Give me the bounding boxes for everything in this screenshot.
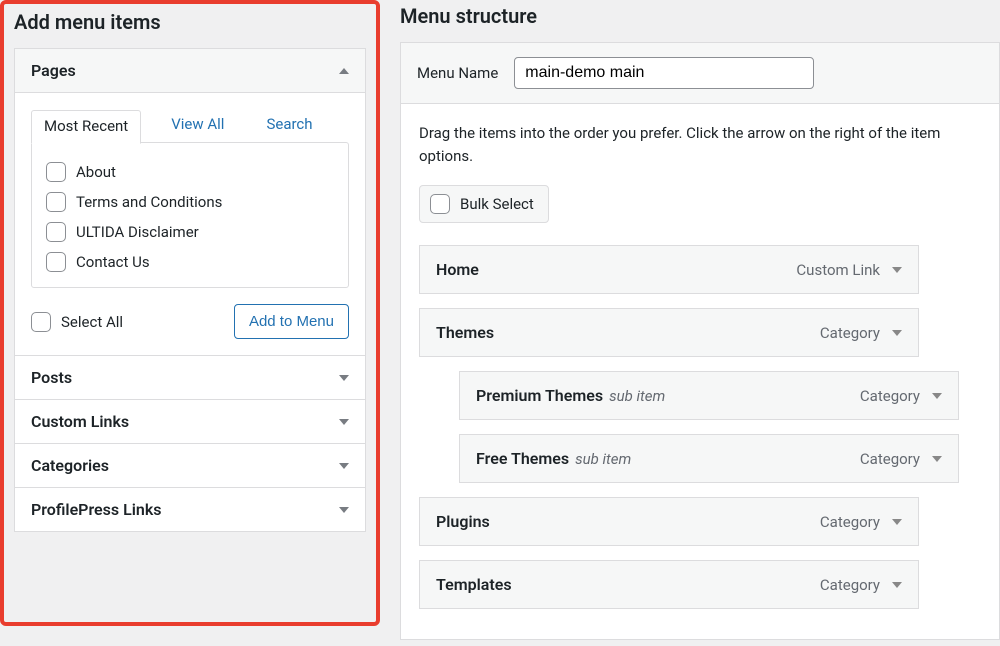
add-to-menu-button[interactable]: Add to Menu (234, 304, 349, 339)
caret-down-icon (339, 507, 349, 513)
caret-down-icon (339, 463, 349, 469)
accordion-categories-title: Categories (31, 456, 109, 475)
accordion-pages-header[interactable]: Pages (15, 49, 365, 92)
pages-list: About Terms and Conditions ULTIDA Discla… (31, 142, 349, 288)
menu-item-title: Templates (436, 575, 512, 594)
checkbox[interactable] (46, 192, 66, 212)
menu-sources-accordion: Pages Most Recent View All Search About (14, 48, 366, 532)
accordion-categories-header[interactable]: Categories (15, 443, 365, 487)
menu-item-type: Custom Link (796, 261, 880, 279)
menu-item-type: Category (820, 576, 880, 594)
page-label: About (76, 163, 116, 181)
tab-most-recent[interactable]: Most Recent (31, 110, 141, 144)
menu-item-title: Themes (436, 323, 494, 342)
menu-name-input[interactable] (514, 57, 814, 89)
menu-name-label: Menu Name (417, 64, 498, 82)
accordion-pages-body: Most Recent View All Search About Terms … (15, 92, 365, 355)
caret-down-icon[interactable] (932, 456, 942, 462)
checkbox[interactable] (46, 222, 66, 242)
pages-bottom-row: Select All Add to Menu (31, 304, 349, 339)
menu-item-title: Free Themes (476, 449, 569, 468)
checkbox[interactable] (430, 194, 450, 214)
accordion-custom-links-header[interactable]: Custom Links (15, 399, 365, 443)
menu-item-title: Plugins (436, 512, 490, 531)
bulk-select-label: Bulk Select (460, 195, 534, 213)
select-all-label: Select All (61, 313, 123, 331)
select-all-row[interactable]: Select All (31, 307, 123, 337)
menu-item-title: Premium Themes (476, 386, 603, 405)
checkbox[interactable] (46, 162, 66, 182)
menu-item-type: Category (860, 450, 920, 468)
menu-item-type: Category (860, 387, 920, 405)
list-item[interactable]: ULTIDA Disclaimer (46, 217, 334, 247)
list-item[interactable]: About (46, 157, 334, 187)
caret-down-icon[interactable] (892, 267, 902, 273)
menu-item-title: Home (436, 260, 479, 279)
bulk-select-toggle[interactable]: Bulk Select (419, 185, 549, 223)
tab-view-all[interactable]: View All (159, 109, 236, 143)
accordion-posts-title: Posts (31, 368, 72, 387)
caret-down-icon (339, 375, 349, 381)
list-item[interactable]: Contact Us (46, 247, 334, 277)
tab-search[interactable]: Search (254, 109, 324, 143)
accordion-custom-links-title: Custom Links (31, 412, 129, 431)
accordion-pages-title: Pages (31, 61, 76, 80)
page-label: Terms and Conditions (76, 193, 222, 211)
caret-down-icon[interactable] (932, 393, 942, 399)
caret-down-icon[interactable] (892, 330, 902, 336)
caret-down-icon[interactable] (892, 519, 902, 525)
add-menu-items-heading: Add menu items (14, 10, 366, 34)
menu-item[interactable]: Premium Themes sub item Category (459, 371, 959, 420)
menu-item-type: Category (820, 324, 880, 342)
pages-tabs: Most Recent View All Search (31, 109, 349, 143)
menu-item-type: Category (820, 513, 880, 531)
menu-item[interactable]: Themes Category (419, 308, 919, 357)
menu-structure-panel: Menu structure Menu Name Drag the items … (400, 0, 1000, 626)
sub-item-label: sub item (609, 387, 665, 405)
add-menu-items-panel: Add menu items Pages Most Recent View Al… (0, 0, 380, 626)
accordion-profilepress-header[interactable]: ProfilePress Links (15, 487, 365, 531)
checkbox[interactable] (31, 312, 51, 332)
menu-item[interactable]: Templates Category (419, 560, 919, 609)
caret-down-icon (339, 419, 349, 425)
checkbox[interactable] (46, 252, 66, 272)
sub-item-label: sub item (575, 450, 631, 468)
accordion-profilepress-title: ProfilePress Links (31, 500, 162, 519)
menu-structure-body: Drag the items into the order you prefer… (400, 104, 1000, 640)
menu-name-row: Menu Name (400, 42, 1000, 104)
menu-items-list: HomeCustom LinkThemesCategoryPremium The… (419, 245, 981, 609)
menu-item[interactable]: Free Themes sub item Category (459, 434, 959, 483)
accordion-posts-header[interactable]: Posts (15, 355, 365, 399)
page-label: ULTIDA Disclaimer (76, 223, 199, 241)
list-item[interactable]: Terms and Conditions (46, 187, 334, 217)
caret-down-icon[interactable] (892, 582, 902, 588)
menu-item[interactable]: Plugins Category (419, 497, 919, 546)
caret-up-icon (339, 68, 349, 74)
page-label: Contact Us (76, 253, 150, 271)
menu-structure-heading: Menu structure (400, 4, 1000, 28)
drag-instructions: Drag the items into the order you prefer… (419, 122, 981, 167)
menu-item[interactable]: Home Custom Link (419, 245, 919, 294)
